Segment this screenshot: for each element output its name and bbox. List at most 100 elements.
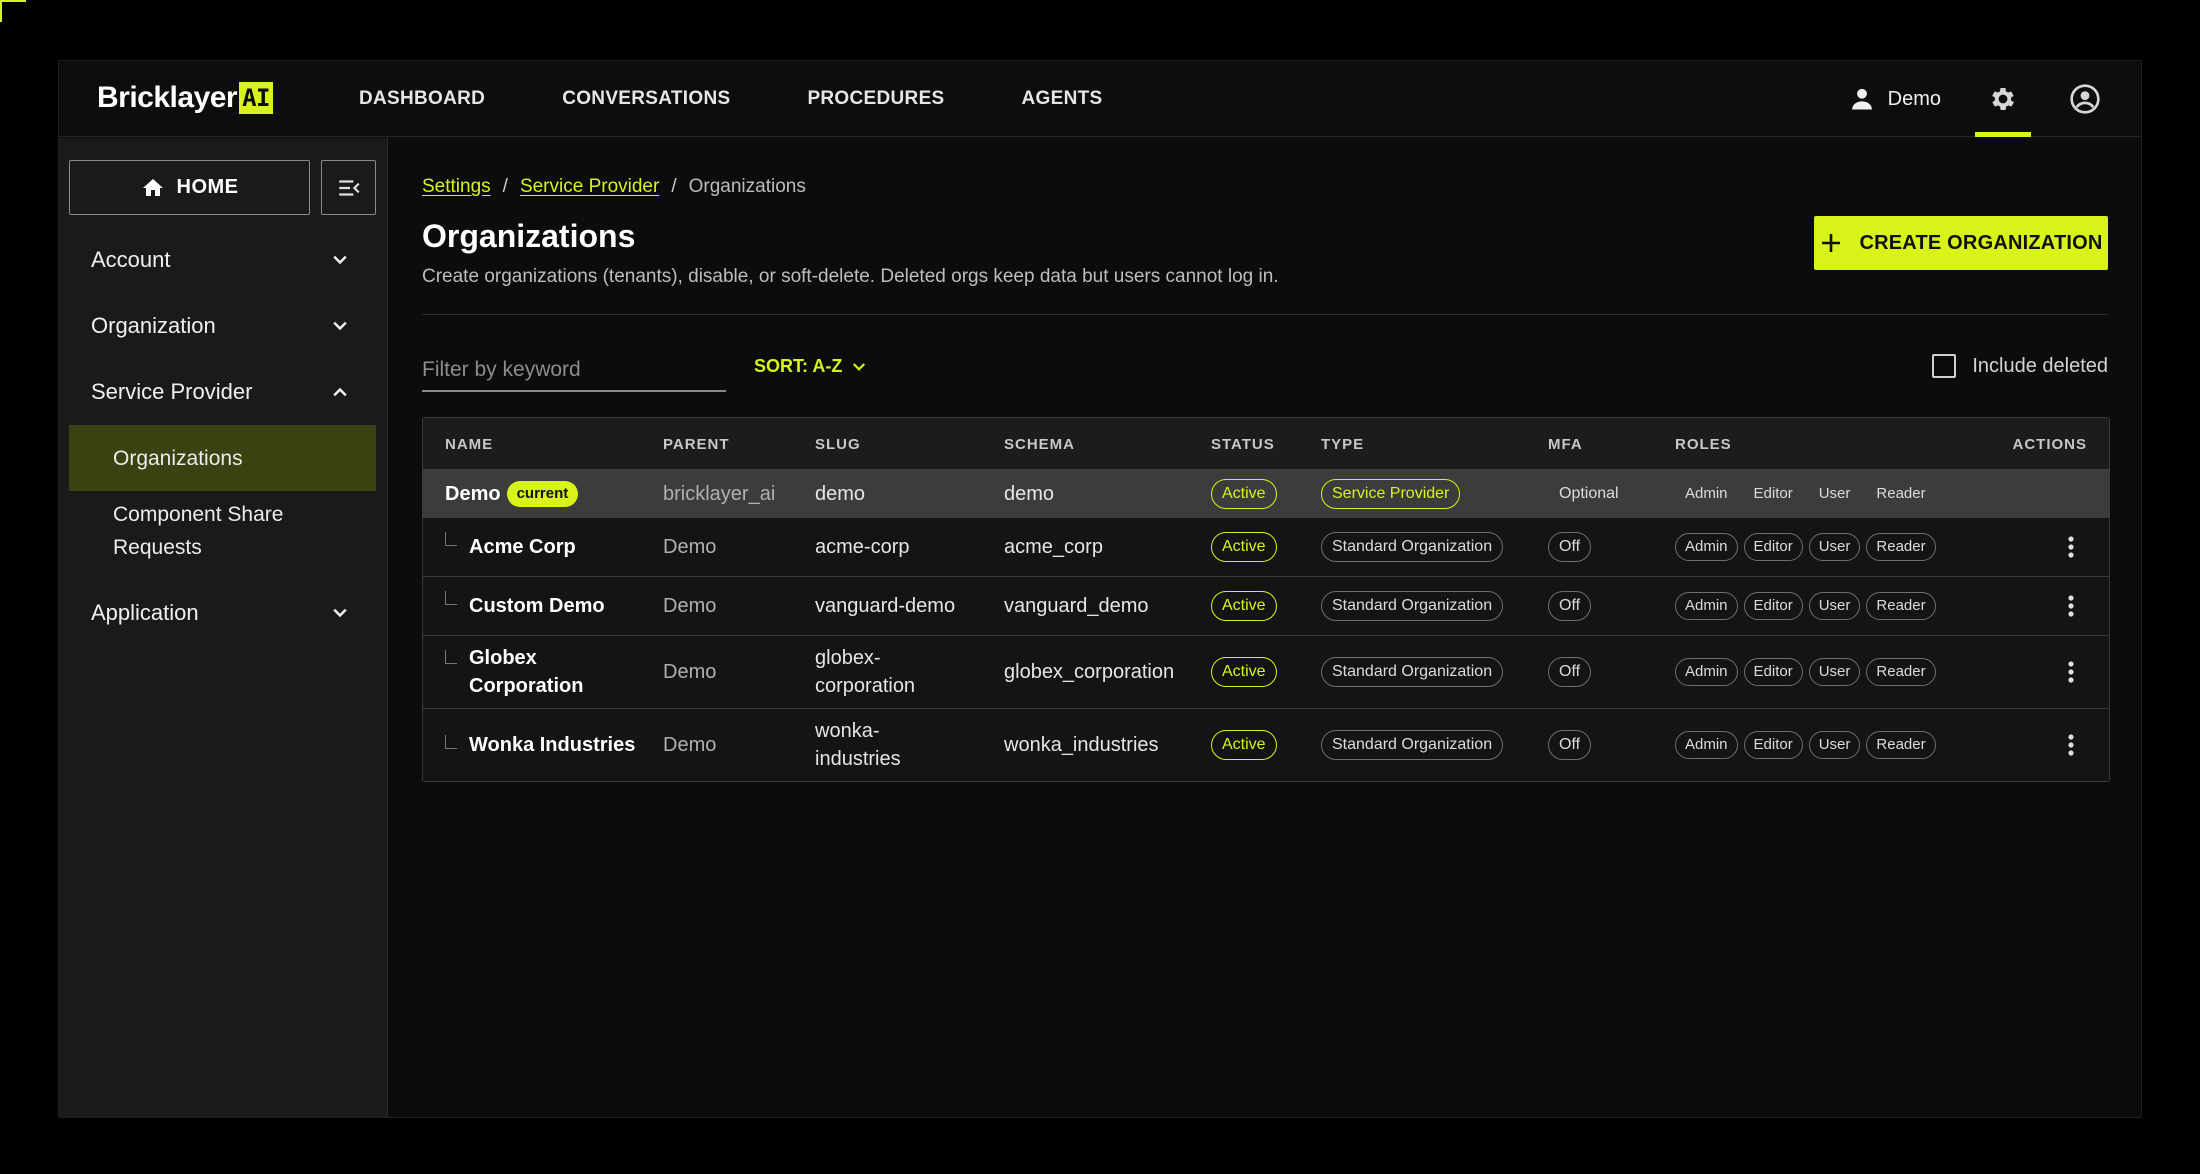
- roles-list: Admin Editor User Reader: [1675, 658, 1936, 686]
- menu-collapse-icon: [338, 179, 360, 196]
- user-menu[interactable]: Demo: [1848, 85, 1941, 113]
- role-badge: Reader: [1866, 533, 1936, 561]
- status-badge: Active: [1211, 591, 1277, 621]
- app-window: Bricklayer AI DASHBOARD CONVERSATIONS PRO…: [58, 60, 2142, 1118]
- sidebar-item-label: Organization: [91, 313, 216, 338]
- org-name: Custom Demo: [469, 595, 605, 617]
- breadcrumb-current: Organizations: [688, 176, 806, 197]
- sidebar-item-application[interactable]: Application: [69, 581, 376, 645]
- column-header-parent[interactable]: PARENT: [663, 418, 730, 470]
- mfa-badge: Optional: [1559, 484, 1619, 502]
- row-actions-menu[interactable]: [2067, 660, 2075, 684]
- nav-agents[interactable]: AGENTS: [1022, 88, 1103, 110]
- roles-list: Admin Editor User Reader: [1675, 731, 1936, 759]
- column-header-roles[interactable]: ROLES: [1675, 418, 1732, 470]
- sort-dropdown[interactable]: SORT: A-Z: [754, 356, 868, 377]
- roles-list: Admin Editor User Reader: [1675, 592, 1936, 620]
- sidebar-subitem-label: Component Share Requests: [113, 503, 284, 559]
- status-badge: Active: [1211, 730, 1277, 760]
- nav-conversations[interactable]: CONVERSATIONS: [562, 88, 730, 110]
- kebab-menu-icon: [2068, 595, 2074, 617]
- role-badge: Reader: [1876, 484, 1926, 502]
- table-row[interactable]: Wonka Industries Demo wonka-industries w…: [423, 709, 2109, 781]
- status-badge: Active: [1211, 657, 1277, 687]
- role-badge: User: [1818, 484, 1851, 502]
- column-header-status[interactable]: STATUS: [1211, 418, 1275, 470]
- column-header-slug[interactable]: SLUG: [815, 418, 861, 470]
- column-header-schema[interactable]: SCHEMA: [1004, 418, 1075, 470]
- row-actions-menu[interactable]: [2067, 594, 2075, 618]
- table-row[interactable]: Demo current bricklayer_ai demo demo Act…: [423, 470, 2109, 518]
- org-parent: Demo: [663, 536, 717, 558]
- header-divider: [422, 314, 2108, 315]
- sidebar-item-organization[interactable]: Organization: [69, 294, 376, 358]
- include-deleted-checkbox[interactable]: [1932, 354, 1957, 378]
- breadcrumb: Settings / Service Provider / Organizati…: [422, 176, 806, 198]
- mfa-badge: Off: [1548, 657, 1592, 687]
- breadcrumb-settings[interactable]: Settings: [422, 176, 491, 198]
- home-button[interactable]: HOME: [69, 160, 310, 215]
- role-badge: User: [1808, 658, 1861, 686]
- role-badge: Admin: [1685, 484, 1728, 502]
- chevron-up-icon: [333, 387, 347, 397]
- sidebar: HOME Account Organization Service Provid…: [59, 138, 388, 1117]
- role-badge: Admin: [1675, 592, 1738, 620]
- org-slug-text: wonka-industries: [815, 720, 901, 770]
- nav-procedures[interactable]: PROCEDURES: [807, 88, 944, 110]
- org-parent: bricklayer_ai: [663, 482, 776, 505]
- corner-mark: [0, 0, 26, 22]
- include-deleted-toggle[interactable]: Include deleted: [1932, 354, 2108, 378]
- table-row[interactable]: Custom Demo Demo vanguard-demo vanguard_…: [423, 577, 2109, 636]
- table-row[interactable]: Globex Corporation Demo globex-corporati…: [423, 636, 2109, 709]
- page-title: Organizations: [422, 218, 636, 254]
- tree-indent-icon: [445, 591, 457, 605]
- kebab-menu-icon: [2068, 661, 2074, 683]
- kebab-menu-icon: [2068, 536, 2074, 558]
- org-parent: Demo: [663, 734, 717, 756]
- table-row[interactable]: Acme Corp Demo acme-corp acme_corp Activ…: [423, 518, 2109, 577]
- column-header-name[interactable]: NAME: [445, 418, 493, 470]
- settings-button[interactable]: [1975, 61, 2031, 137]
- role-badge: User: [1808, 731, 1861, 759]
- column-header-mfa[interactable]: MFA: [1548, 418, 1583, 470]
- nav-dashboard[interactable]: DASHBOARD: [359, 88, 485, 110]
- role-badge: Editor: [1743, 731, 1803, 759]
- sidebar-subitem-component-share-requests[interactable]: Component Share Requests: [69, 491, 376, 571]
- org-name-cell: Demo current: [445, 470, 579, 517]
- chevron-down-icon: [333, 255, 347, 265]
- role-badge: Admin: [1675, 533, 1738, 561]
- tree-indent-icon: [445, 735, 457, 749]
- tree-indent-icon: [445, 650, 457, 664]
- filter-keyword-input[interactable]: [422, 350, 726, 392]
- org-name: Wonka Industries: [469, 734, 636, 756]
- type-badge: Standard Organization: [1321, 657, 1504, 687]
- org-parent: Demo: [663, 595, 717, 617]
- role-badge: Editor: [1753, 484, 1793, 502]
- org-slug: demo: [815, 482, 866, 505]
- type-badge: Service Provider: [1321, 478, 1461, 509]
- brand-logo[interactable]: Bricklayer AI: [97, 77, 274, 119]
- collapse-sidebar-button[interactable]: [321, 160, 376, 215]
- org-slug-text: globex-corporation: [815, 647, 916, 697]
- row-actions-menu[interactable]: [2067, 733, 2075, 757]
- sidebar-subitem-label: Organizations: [113, 446, 243, 470]
- column-header-type[interactable]: TYPE: [1321, 418, 1364, 470]
- account-button[interactable]: [2069, 83, 2101, 115]
- row-actions-menu[interactable]: [2067, 535, 2075, 559]
- role-badge: Reader: [1866, 731, 1936, 759]
- role-badge: Reader: [1866, 658, 1936, 686]
- mfa-badge: Off: [1548, 591, 1592, 621]
- breadcrumb-service-provider[interactable]: Service Provider: [520, 176, 659, 198]
- create-organization-label: CREATE ORGANIZATION: [1859, 231, 2103, 254]
- sidebar-item-service-provider[interactable]: Service Provider: [69, 360, 376, 424]
- nav-right: Demo: [1848, 61, 2141, 137]
- org-name: Demo: [445, 482, 501, 505]
- account-circle-icon: [2070, 84, 2100, 114]
- role-badge: Admin: [1675, 731, 1738, 759]
- sidebar-subitem-organizations[interactable]: Organizations: [69, 425, 376, 491]
- org-schema: globex_corporation: [1004, 661, 1175, 683]
- sidebar-item-account[interactable]: Account: [69, 228, 376, 292]
- role-badge: Admin: [1675, 658, 1738, 686]
- create-organization-button[interactable]: CREATE ORGANIZATION: [1814, 216, 2108, 270]
- mfa-badge: Off: [1548, 730, 1592, 760]
